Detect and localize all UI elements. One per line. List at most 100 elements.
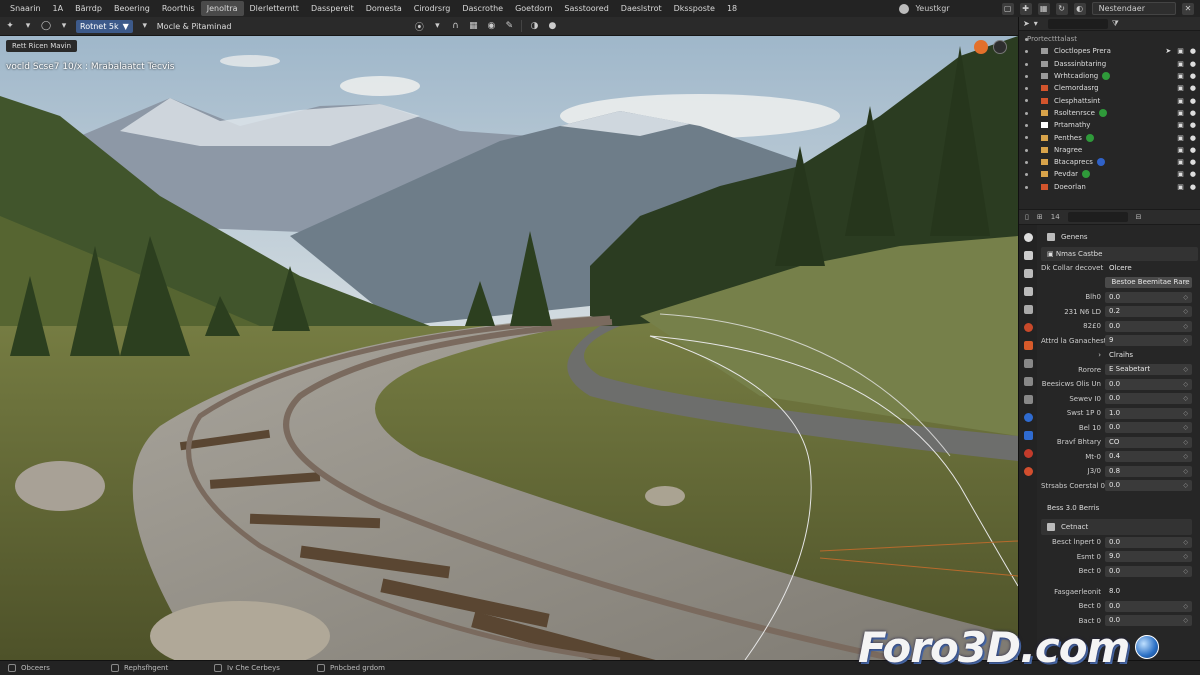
eye-icon[interactable] [1025, 160, 1028, 164]
workspace-label[interactable]: Yeustkgr [915, 4, 949, 13]
prop-value[interactable]: E Seabetart [1105, 364, 1192, 376]
eye-icon[interactable] [1025, 136, 1028, 140]
circle-tool-icon[interactable]: ◯ [40, 20, 52, 32]
prop-value[interactable]: 0.0 [1105, 536, 1192, 548]
chevron-down-icon-3[interactable]: ▾ [139, 20, 151, 32]
chevron-down-icon[interactable]: ▾ [22, 20, 34, 32]
visibility-icon[interactable]: ● [1190, 170, 1196, 178]
visibility-icon[interactable]: ● [1190, 121, 1196, 129]
toggle-row[interactable]: › Clraihs [1041, 348, 1198, 363]
menu-item-12[interactable]: Sasstoored [558, 1, 614, 16]
properties-pin-icon[interactable]: ⊞ [1037, 213, 1043, 221]
snap-icon[interactable]: ⦿ [413, 20, 425, 33]
outliner-row[interactable]: Doeorlan ▣ ● [1019, 181, 1200, 193]
output-tab-icon[interactable] [1023, 269, 1033, 278]
menu-item-10[interactable]: Dascrothe [456, 1, 509, 16]
tool-tab-icon[interactable] [1023, 233, 1033, 242]
eye-icon[interactable] [1025, 173, 1028, 177]
prop-value[interactable]: CO [1105, 436, 1192, 448]
properties-tab-number[interactable]: 14 [1051, 213, 1060, 221]
menu-item-15[interactable]: 18 [721, 1, 743, 16]
menu-item-4[interactable]: Roorthis [156, 1, 201, 16]
refresh-icon[interactable]: ↻ [1055, 2, 1068, 15]
visibility-icon[interactable]: ● [1190, 146, 1196, 154]
edit-icon[interactable]: ✎ [503, 20, 515, 32]
visibility-icon[interactable]: ● [1190, 134, 1196, 142]
outliner-row[interactable]: Wrhtcadiong ▣ ● [1019, 70, 1200, 82]
outliner-row[interactable]: Btacaprecs ▣ ● [1019, 156, 1200, 168]
subpanel-value[interactable]: Olcere [1105, 263, 1192, 274]
eye-icon[interactable] [1025, 87, 1028, 91]
group-header[interactable]: Bess 3.0 Berris [1041, 501, 1198, 515]
menu-item-9[interactable]: Cirodrsrg [408, 1, 457, 16]
pin-icon[interactable]: ✚ [1019, 2, 1032, 15]
menu-item-3[interactable]: Beoering [108, 1, 156, 16]
group2-header[interactable]: Cetnact [1041, 519, 1192, 535]
chevron-down-icon-4[interactable]: ▾ [431, 20, 443, 32]
visibility-icon[interactable]: ● [1190, 183, 1196, 191]
menu-item-11[interactable]: Goetdorn [509, 1, 558, 16]
camera-icon[interactable]: ▣ [1177, 158, 1184, 166]
outliner-row[interactable]: Nragree ▣ ● [1019, 144, 1200, 156]
navigation-gizmo-icon[interactable] [993, 40, 1007, 54]
camera-icon[interactable]: ▣ [1177, 146, 1184, 154]
visibility-icon[interactable]: ● [1190, 109, 1196, 117]
proportional-icon[interactable]: ◉ [485, 20, 497, 32]
menu-item-8[interactable]: Domesta [360, 1, 408, 16]
texture-tab-icon[interactable] [1023, 467, 1033, 476]
prop-value[interactable]: 0.4 [1105, 451, 1192, 463]
menu-item-14[interactable]: Dkssposte [668, 1, 721, 16]
modifier-tab-icon[interactable] [1023, 359, 1033, 368]
prop-value[interactable]: 0.2 [1105, 306, 1192, 318]
viewport-view-button[interactable]: Rett Ricen Mavin [6, 40, 78, 52]
menu-item-2[interactable]: Bärrdp [69, 1, 108, 16]
outliner-row[interactable]: Cloctlopes Prera ➤ ▣ ● [1019, 45, 1200, 57]
properties-options-icon[interactable]: ⊟ [1136, 213, 1142, 221]
collection-visibility-icon[interactable] [1025, 38, 1028, 41]
section-genens[interactable]: Genens [1041, 229, 1198, 245]
select-icon[interactable]: ➤ [1165, 47, 1171, 55]
menu-item-0[interactable]: Snaarin [4, 1, 47, 16]
outliner-row[interactable]: Prtamathy ▣ ● [1019, 119, 1200, 131]
physics-tab-icon[interactable] [1023, 395, 1033, 404]
prop-value[interactable]: 9.0 [1105, 551, 1192, 563]
3d-viewport[interactable]: Rett Ricen Mavin vocld Scse7 10/x : Mrab… [0, 36, 1018, 660]
camera-icon[interactable]: ▣ [1177, 109, 1184, 117]
world-tab-icon[interactable] [1023, 323, 1033, 332]
magnet-icon[interactable]: ∩ [449, 20, 461, 32]
menu-item-1[interactable]: 1A [47, 1, 70, 16]
menu-item-13[interactable]: Daeslstrot [615, 1, 668, 16]
transform-icon[interactable]: ✦ [4, 20, 16, 32]
mode-button[interactable]: Rotnet 5k ▼ [76, 19, 133, 33]
outliner-row[interactable]: Rsoltenrsce ▣ ● [1019, 107, 1200, 119]
filter-icon[interactable]: ⧩ [1112, 19, 1119, 29]
scene-tab-icon[interactable] [1023, 305, 1033, 314]
prop-value[interactable]: 0.0 [1105, 600, 1192, 612]
prop-value[interactable]: 8.0 [1105, 586, 1192, 597]
camera-gizmo-icon[interactable] [974, 40, 988, 54]
prop-value[interactable]: 0.0 [1105, 393, 1192, 405]
visibility-icon[interactable]: ● [1190, 158, 1196, 166]
outliner-row[interactable]: Dasssinbtaring ▣ ● [1019, 58, 1200, 70]
outliner-row[interactable]: Clesphattsint ▣ ● [1019, 94, 1200, 106]
workspace-icon[interactable] [899, 3, 910, 14]
constraints-tab-icon[interactable] [1023, 413, 1033, 422]
eye-icon[interactable] [1025, 62, 1028, 66]
render-tab-icon[interactable] [1023, 251, 1033, 260]
highlight-field[interactable]: Bestoe Beemitae Rare [1105, 277, 1192, 289]
section-checkbox[interactable] [1047, 233, 1055, 241]
close-icon[interactable]: ✕ [1182, 2, 1194, 15]
scene-icon[interactable]: ◐ [1073, 2, 1086, 15]
prop-value[interactable]: 9 [1105, 335, 1192, 347]
camera-icon[interactable]: ▣ [1177, 121, 1184, 129]
prop-value[interactable]: 0.0 [1105, 320, 1192, 332]
data-tab-icon[interactable] [1023, 431, 1033, 440]
camera-icon[interactable]: ▣ [1177, 84, 1184, 92]
camera-icon[interactable]: ▣ [1177, 97, 1184, 105]
eye-icon[interactable] [1025, 99, 1028, 103]
prop-value[interactable]: 0.0 [1105, 480, 1192, 492]
visibility-icon[interactable]: ● [1190, 97, 1196, 105]
camera-icon[interactable]: ▣ [1177, 183, 1184, 191]
eye-icon[interactable] [1025, 148, 1028, 152]
eye-icon[interactable] [1025, 111, 1028, 115]
